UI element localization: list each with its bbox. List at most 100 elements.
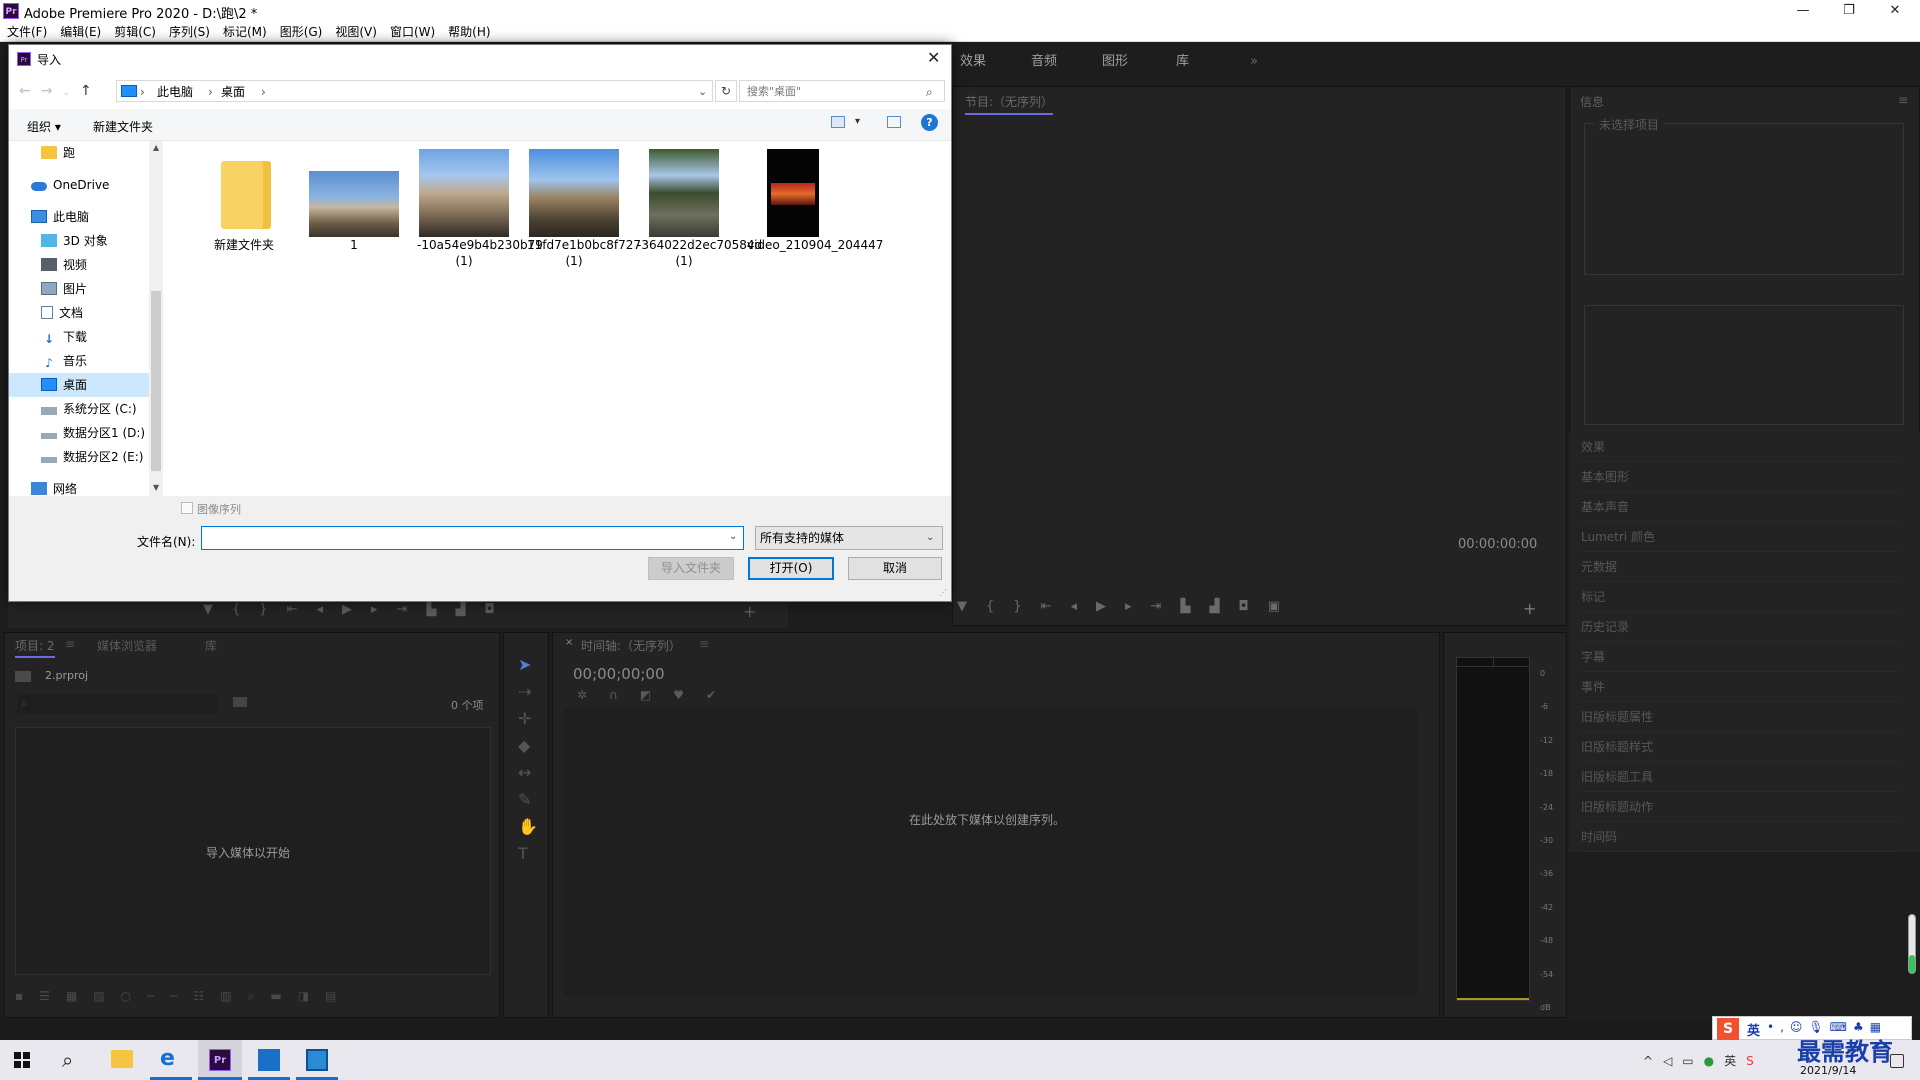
- photos-app-icon[interactable]: [258, 1049, 280, 1071]
- program-add-button-icon[interactable]: +: [1523, 599, 1536, 618]
- lift-icon[interactable]: ▙: [1180, 599, 1209, 614]
- clear-icon[interactable]: ▤: [325, 989, 352, 1003]
- sogou-logo-icon[interactable]: S: [1717, 1018, 1739, 1040]
- image-sequence-checkbox[interactable]: [181, 502, 193, 514]
- type-tool-icon[interactable]: T: [518, 840, 538, 867]
- view-mode-icon[interactable]: [831, 116, 845, 128]
- network-tray-icon[interactable]: ▭: [1682, 1054, 1703, 1068]
- hand-tool-icon[interactable]: ✋: [518, 813, 538, 840]
- open-button[interactable]: 打开(O): [748, 557, 834, 580]
- filename-input[interactable]: [201, 526, 744, 550]
- security-icon[interactable]: ●: [1704, 1054, 1724, 1068]
- source-add-marker-icon[interactable]: ▼: [203, 602, 232, 617]
- tree-item-folder[interactable]: 跑: [41, 141, 166, 165]
- scroll-up-icon[interactable]: ▲: [153, 143, 159, 152]
- icon-view-icon[interactable]: ▦: [66, 989, 93, 1003]
- ripple-edit-tool-icon[interactable]: ✛: [518, 705, 538, 732]
- resize-grip-icon[interactable]: ⋰: [939, 588, 947, 597]
- breadcrumb-this-pc[interactable]: 此电脑: [157, 81, 193, 103]
- file-item-folder[interactable]: 新建文件夹: [197, 149, 291, 253]
- program-monitor-tab[interactable]: 节目:（无序列）: [965, 93, 1054, 115]
- media-app-icon[interactable]: [306, 1049, 328, 1071]
- zoom-slider[interactable]: ○──: [121, 989, 194, 1003]
- side-panel-events[interactable]: 事件: [1581, 672, 1901, 702]
- slip-tool-icon[interactable]: ↔: [518, 759, 538, 786]
- step-forward-icon[interactable]: ▸: [1125, 599, 1151, 614]
- tree-item-videos[interactable]: 视频: [41, 253, 166, 277]
- workspace-overflow-icon[interactable]: »: [1250, 42, 1258, 82]
- file-item-image[interactable]: -364022d2ec70584d (1): [637, 149, 762, 269]
- search-desktop-input[interactable]: 搜索"桌面" ⌕: [739, 80, 945, 102]
- tree-scrollbar[interactable]: ▲ ▼: [149, 141, 163, 496]
- source-play-icon[interactable]: ▶: [342, 602, 371, 617]
- program-timecode[interactable]: 00:00:00:00: [1458, 537, 1537, 552]
- side-panel-lumetri-color[interactable]: Lumetri 颜色: [1581, 522, 1901, 552]
- selection-tool-icon[interactable]: ➤: [518, 651, 538, 678]
- track-select-tool-icon[interactable]: ⇢: [518, 678, 538, 705]
- tree-item-drive-d[interactable]: 数据分区1 (D:): [41, 421, 166, 445]
- address-dropdown-icon[interactable]: ⌄: [698, 81, 707, 103]
- dialog-close-icon[interactable]: ✕: [927, 48, 940, 67]
- side-panel-markers[interactable]: 标记: [1581, 582, 1901, 612]
- sort-icon[interactable]: ☷: [194, 989, 221, 1003]
- menu-edit[interactable]: 编辑(E): [53, 22, 107, 42]
- source-go-to-in-icon[interactable]: ⇤: [287, 602, 317, 617]
- taskbar-premiere-slot[interactable]: Pr: [198, 1040, 242, 1080]
- source-step-back-icon[interactable]: ◂: [316, 602, 342, 617]
- project-tab-menu-icon[interactable]: ≡: [65, 637, 75, 651]
- step-back-icon[interactable]: ◂: [1070, 599, 1096, 614]
- import-folder-button[interactable]: 导入文件夹: [648, 557, 734, 580]
- tree-scrollbar-thumb[interactable]: [151, 291, 161, 471]
- input-tray-icon[interactable]: 英: [1724, 1054, 1746, 1068]
- file-item-image[interactable]: -10a54e9b4b230b79 (1): [417, 149, 543, 269]
- close-window-button[interactable]: ✕: [1872, 0, 1918, 22]
- side-slider[interactable]: [1908, 914, 1916, 974]
- menu-clip[interactable]: 剪辑(C): [107, 22, 162, 42]
- project-drop-area[interactable]: 导入媒体以开始: [15, 727, 491, 975]
- menu-file[interactable]: 文件(F): [0, 22, 53, 42]
- search-icon[interactable]: ⌕: [62, 1048, 73, 1072]
- libraries-tab[interactable]: 库: [205, 637, 217, 654]
- find-icon[interactable]: ⌕: [248, 989, 271, 1003]
- tree-item-music[interactable]: ♪ 音乐: [41, 349, 166, 373]
- side-panel-metadata[interactable]: 元数据: [1581, 552, 1901, 582]
- ime-punctuation-icon[interactable]: •,: [1767, 1020, 1790, 1034]
- new-folder-button[interactable]: 新建文件夹: [93, 118, 153, 135]
- source-go-to-out-icon[interactable]: ⇥: [397, 602, 427, 617]
- pen-tool-icon[interactable]: ✎: [518, 786, 538, 813]
- add-marker-icon[interactable]: ▼: [957, 599, 986, 614]
- menu-sequence[interactable]: 序列(S): [162, 22, 216, 42]
- file-item-video[interactable]: video_210904_204447: [747, 149, 883, 253]
- side-panel-legacy-title-tools[interactable]: 旧版标题工具: [1581, 762, 1901, 792]
- export-frame-icon[interactable]: ◘: [1238, 599, 1267, 614]
- menu-window[interactable]: 窗口(W): [383, 22, 441, 42]
- file-explorer-icon[interactable]: [111, 1050, 133, 1068]
- source-add-button-icon[interactable]: +: [743, 602, 756, 621]
- forward-arrow-icon[interactable]: →: [41, 83, 63, 99]
- project-tab[interactable]: 项目: 2: [15, 637, 55, 658]
- minimize-button[interactable]: —: [1780, 0, 1826, 22]
- tray-expand-icon[interactable]: ^: [1643, 1054, 1663, 1068]
- file-item-image[interactable]: 1: [307, 149, 401, 253]
- mark-in-icon[interactable]: {: [986, 599, 1013, 614]
- side-panel-essential-sound[interactable]: 基本声音: [1581, 492, 1901, 522]
- panel-menu-icon[interactable]: ≡: [1898, 93, 1908, 107]
- organize-menu[interactable]: 组织 ▾: [27, 118, 61, 135]
- recent-dropdown-icon[interactable]: ⌄: [62, 88, 80, 98]
- breadcrumb-desktop[interactable]: 桌面: [221, 81, 245, 103]
- back-arrow-icon[interactable]: ←: [19, 83, 41, 99]
- scroll-down-icon[interactable]: ▼: [153, 483, 159, 492]
- side-panel-legacy-title-styles[interactable]: 旧版标题样式: [1581, 732, 1901, 762]
- maximize-button[interactable]: ❐: [1826, 0, 1872, 22]
- refresh-icon[interactable]: ↻: [715, 80, 737, 102]
- source-export-frame-icon[interactable]: ◘: [484, 602, 513, 617]
- info-panel-title[interactable]: 信息: [1580, 93, 1604, 110]
- razor-tool-icon[interactable]: ◆: [518, 732, 538, 759]
- workspace-tab-libraries[interactable]: 库: [1176, 42, 1189, 82]
- mark-out-icon[interactable]: }: [1013, 599, 1040, 614]
- nest-icon[interactable]: ✲: [577, 688, 609, 702]
- snap-icon[interactable]: ∩: [609, 688, 640, 702]
- side-panel-captions[interactable]: 字幕: [1581, 642, 1901, 672]
- source-overwrite-icon[interactable]: ▟: [455, 602, 484, 617]
- source-step-forward-icon[interactable]: ▸: [371, 602, 397, 617]
